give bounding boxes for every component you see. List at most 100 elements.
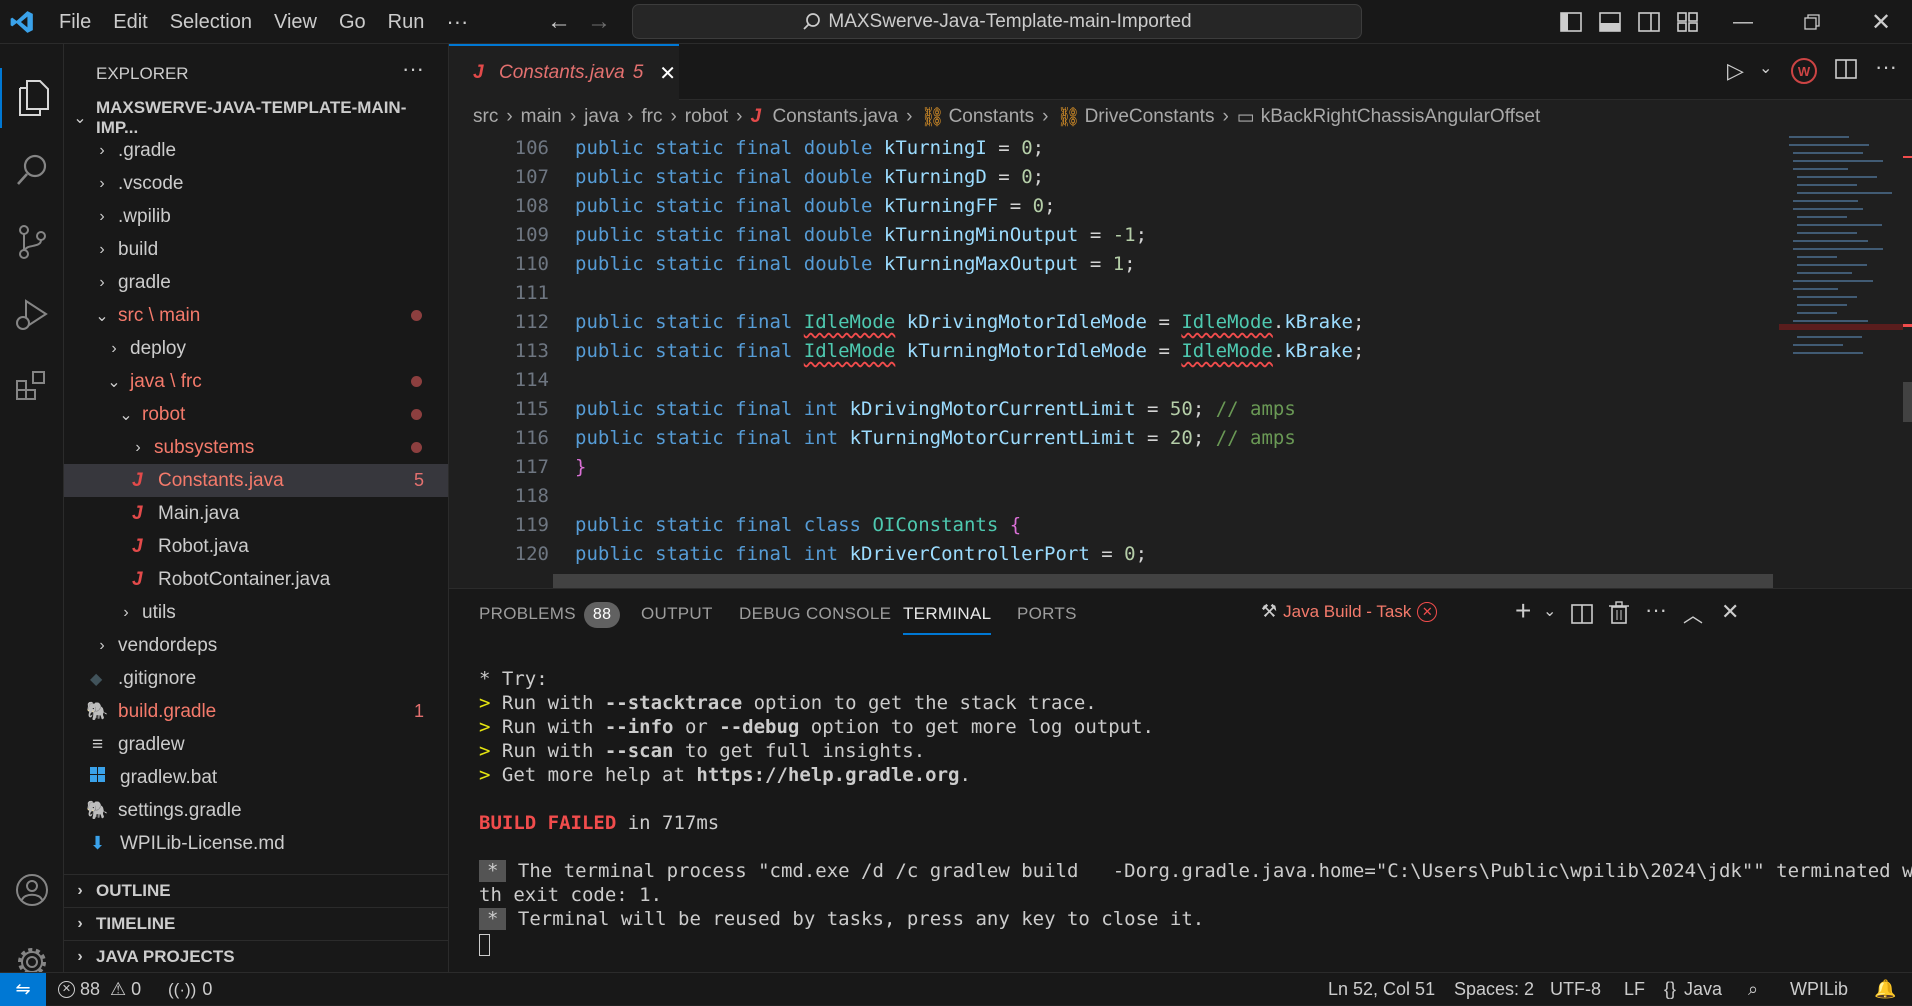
notifications-bell-icon[interactable]: 🔔 xyxy=(1874,973,1896,1006)
code-area[interactable]: 106 public static final double kTurningI … xyxy=(449,134,1779,588)
back-arrow-icon[interactable]: ← xyxy=(544,8,574,36)
menu-go[interactable]: Go xyxy=(328,0,377,44)
menu-selection[interactable]: Selection xyxy=(159,0,263,44)
tree-item-license[interactable]: ⬇ WPILib-License.md xyxy=(64,827,448,860)
panel-tab-ports[interactable]: PORTS xyxy=(1017,589,1077,639)
panel-tab-problems[interactable]: PROBLEMS 88 xyxy=(479,589,621,639)
tree-item-java-frc[interactable]: ⌄ java \ frc xyxy=(64,365,448,398)
close-tab-icon[interactable]: ✕ xyxy=(659,61,676,86)
code-line: 116 public static final int kTurningMotor… xyxy=(449,424,1779,453)
breadcrumb-item[interactable]: Constants.java xyxy=(772,106,898,128)
minimap[interactable] xyxy=(1779,134,1912,588)
tree-item-settings-gradle[interactable]: 🐘 settings.gradle xyxy=(64,794,448,827)
source-control-icon[interactable] xyxy=(0,212,64,272)
tree-item-main-java[interactable]: J Main.java xyxy=(64,497,448,530)
breadcrumb-item[interactable]: kBackRightChassisAngularOffset xyxy=(1261,106,1541,128)
menu-view[interactable]: View xyxy=(263,0,328,44)
run-debug-icon[interactable] xyxy=(0,284,64,344)
tree-item-gradle-dir[interactable]: › .gradle xyxy=(64,134,448,167)
encoding[interactable]: UTF-8 xyxy=(1550,973,1601,1006)
explorer-more-icon[interactable]: ··· xyxy=(402,56,424,82)
close-panel-icon[interactable]: ✕ xyxy=(1721,599,1739,625)
breadcrumb-item[interactable]: java xyxy=(584,106,619,128)
close-window-icon[interactable]: ✕ xyxy=(1866,8,1896,36)
wpilib-logo-icon[interactable]: W xyxy=(1791,58,1817,84)
breadcrumb-item[interactable]: src xyxy=(473,106,498,128)
maximize-panel-chevron-up-icon[interactable]: ︿ xyxy=(1683,599,1703,628)
extensions-icon[interactable] xyxy=(0,356,64,416)
remote-indicator[interactable]: ⇋ xyxy=(0,973,46,1006)
editor-more-icon[interactable]: ··· xyxy=(1875,54,1897,80)
section-java-projects[interactable]: › JAVA PROJECTS xyxy=(64,940,448,973)
chevron-down-icon: ⌄ xyxy=(119,406,133,424)
panel-tab-output[interactable]: OUTPUT xyxy=(641,589,713,639)
cursor-position[interactable]: Ln 52, Col 51 xyxy=(1328,973,1435,1006)
tree-item-gradlew[interactable]: ≡ gradlew xyxy=(64,728,448,761)
menu-more[interactable]: ··· xyxy=(435,0,479,44)
run-java-icon[interactable]: ▷ xyxy=(1727,58,1744,84)
terminal-task-selector[interactable]: ⚒ Java Build - Task ✕ xyxy=(1261,601,1438,622)
menu-run[interactable]: Run xyxy=(377,0,436,44)
terminal-output[interactable]: * Try: > Run with --stacktrace option to… xyxy=(449,649,1912,973)
search-activity-icon[interactable] xyxy=(0,140,64,200)
panel-tab-debug-console[interactable]: DEBUG CONSOLE xyxy=(739,589,891,639)
tab-constants-java[interactable]: J Constants.java 5 ✕ xyxy=(449,44,679,100)
tree-item-robotcontainer-java[interactable]: J RobotContainer.java xyxy=(64,563,448,596)
tree-item-build[interactable]: › build xyxy=(64,233,448,266)
breadcrumb-item[interactable]: robot xyxy=(685,106,728,128)
wpilib-status[interactable]: WPILib xyxy=(1790,973,1848,1006)
toggle-primary-sidebar-icon[interactable] xyxy=(1556,8,1586,36)
section-timeline[interactable]: › TIMELINE xyxy=(64,907,448,940)
tree-item-build-gradle[interactable]: 🐘 build.gradle 1 xyxy=(64,695,448,728)
run-dropdown-chevron-icon[interactable]: ⌄ xyxy=(1759,58,1772,78)
breadcrumb-item[interactable]: main xyxy=(521,106,562,128)
breadcrumb-item[interactable]: frc xyxy=(641,106,662,128)
command-center-search[interactable]: MAXSwerve-Java-Template-main-Imported xyxy=(632,4,1362,39)
tree-item-robot-java[interactable]: J Robot.java xyxy=(64,530,448,563)
customize-layout-icon[interactable] xyxy=(1673,8,1703,36)
new-terminal-dropdown-icon[interactable]: ⌄ xyxy=(1543,601,1556,621)
language-mode[interactable]: {} Java xyxy=(1664,973,1722,1006)
panel-more-icon[interactable]: ··· xyxy=(1645,597,1667,623)
tree-item-vscode[interactable]: › .vscode xyxy=(64,167,448,200)
tree-item-wpilib[interactable]: › .wpilib xyxy=(64,200,448,233)
explorer-root-folder[interactable]: ⌄ MAXSWERVE-JAVA-TEMPLATE-MAIN-IMP... xyxy=(64,98,448,137)
terminal-line: > Run with --scan to get full insights. xyxy=(479,739,925,763)
restore-icon[interactable] xyxy=(1797,8,1827,36)
kill-terminal-trash-icon[interactable] xyxy=(1609,601,1629,630)
split-editor-icon[interactable] xyxy=(1835,58,1857,85)
horizontal-scrollbar[interactable] xyxy=(553,574,1773,588)
toggle-panel-icon[interactable] xyxy=(1595,8,1625,36)
breadcrumb-item[interactable]: Constants xyxy=(949,106,1035,128)
problem-count-badge: 5 xyxy=(413,470,424,490)
tree-item-deploy[interactable]: › deploy xyxy=(64,332,448,365)
toggle-secondary-sidebar-icon[interactable] xyxy=(1634,8,1664,36)
ports-status[interactable]: ((·)) 0 xyxy=(168,973,212,1006)
explorer-icon[interactable] xyxy=(0,68,64,128)
indentation[interactable]: Spaces: 2 xyxy=(1454,973,1534,1006)
tree-item-vendordeps[interactable]: › vendordeps xyxy=(64,629,448,662)
tree-item-gradle[interactable]: › gradle xyxy=(64,266,448,299)
terminal-text: https://help.gradle.org xyxy=(696,764,960,786)
new-terminal-plus-icon[interactable]: + xyxy=(1515,595,1531,627)
breadcrumb-sep-icon: › xyxy=(736,106,743,127)
tree-item-constants-java[interactable]: J Constants.java 5 xyxy=(64,464,448,497)
section-outline[interactable]: › OUTLINE xyxy=(64,874,448,907)
split-terminal-icon[interactable] xyxy=(1571,603,1593,630)
tree-item-gitignore[interactable]: ◆ .gitignore xyxy=(64,662,448,695)
accounts-icon[interactable] xyxy=(0,860,64,920)
problems-status[interactable]: ✕ 88 ⚠ 0 xyxy=(58,973,141,1006)
tree-item-utils[interactable]: › utils xyxy=(64,596,448,629)
tree-item-gradlew-bat[interactable]: gradlew.bat xyxy=(64,761,448,794)
feedback-icon[interactable]: ⌕ xyxy=(1748,973,1758,1006)
end-of-line[interactable]: LF xyxy=(1624,973,1645,1006)
menu-file[interactable]: File xyxy=(48,0,102,44)
breadcrumb-item[interactable]: DriveConstants xyxy=(1085,106,1215,128)
minimize-icon[interactable]: — xyxy=(1728,8,1758,36)
tree-item-subsystems[interactable]: › subsystems xyxy=(64,431,448,464)
menu-edit[interactable]: Edit xyxy=(102,0,158,44)
panel-tab-terminal[interactable]: TERMINAL xyxy=(903,593,992,635)
forward-arrow-icon[interactable]: → xyxy=(584,8,614,36)
tree-item-src-main[interactable]: ⌄ src \ main xyxy=(64,299,448,332)
tree-item-robot[interactable]: ⌄ robot xyxy=(64,398,448,431)
